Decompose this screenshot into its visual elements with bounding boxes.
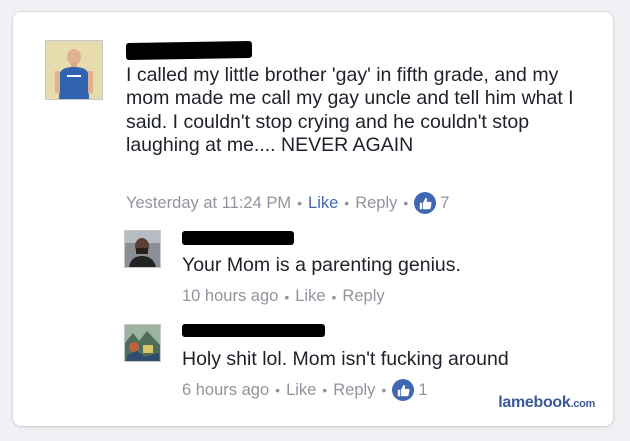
commenter-name-redacted[interactable] (125, 40, 253, 61)
separator-dot: • (344, 195, 350, 211)
separator-dot: • (284, 288, 290, 305)
comment-text: I called my little brother 'gay' in fift… (126, 64, 574, 156)
separator-dot: • (381, 382, 387, 398)
lamebook-watermark: lamebook.com (498, 394, 595, 412)
reply-link[interactable]: Reply (342, 287, 384, 306)
reply-timestamp[interactable]: 6 hours ago (182, 381, 269, 400)
watermark-brand: lamebook (498, 394, 571, 411)
comment-meta: Yesterday at 11:24 PM • Like • Reply • 7 (126, 192, 449, 214)
thumbs-up-icon[interactable] (414, 192, 437, 214)
comment-card: I called my little brother 'gay' in fift… (13, 12, 613, 426)
reply-author-redacted[interactable] (182, 324, 325, 337)
like-link[interactable]: Like (286, 381, 316, 400)
thumbs-up-icon[interactable] (392, 379, 415, 401)
separator-dot: • (297, 195, 303, 211)
reply-avatar[interactable] (124, 324, 161, 362)
like-link[interactable]: Like (295, 287, 325, 306)
like-link[interactable]: Like (308, 194, 338, 213)
reply-text: Your Mom is a parenting genius. (182, 254, 461, 276)
separator-dot: • (403, 195, 409, 211)
commenter-avatar[interactable] (45, 40, 103, 100)
reply-link[interactable]: Reply (333, 381, 375, 400)
reply-text: Holy shit lol. Mom isn't fucking around (182, 348, 509, 370)
person-photo (46, 41, 102, 99)
like-count[interactable]: 7 (440, 194, 449, 213)
watermark-suffix: .com (570, 398, 596, 410)
reply-avatar[interactable] (124, 230, 161, 268)
person-photo (125, 231, 160, 267)
like-count[interactable]: 1 (418, 381, 427, 400)
scenery-photo (125, 325, 160, 361)
reply-author-redacted[interactable] (182, 231, 294, 245)
reply-meta: 10 hours ago • Like • Reply (182, 287, 385, 306)
separator-dot: • (275, 382, 281, 398)
reply-meta: 6 hours ago • Like • Reply • 1 (182, 379, 428, 401)
separator-dot: • (331, 288, 337, 305)
separator-dot: • (322, 382, 328, 398)
reply-link[interactable]: Reply (355, 194, 397, 213)
reply-timestamp[interactable]: 10 hours ago (182, 287, 278, 306)
comment-timestamp[interactable]: Yesterday at 11:24 PM (126, 194, 291, 213)
